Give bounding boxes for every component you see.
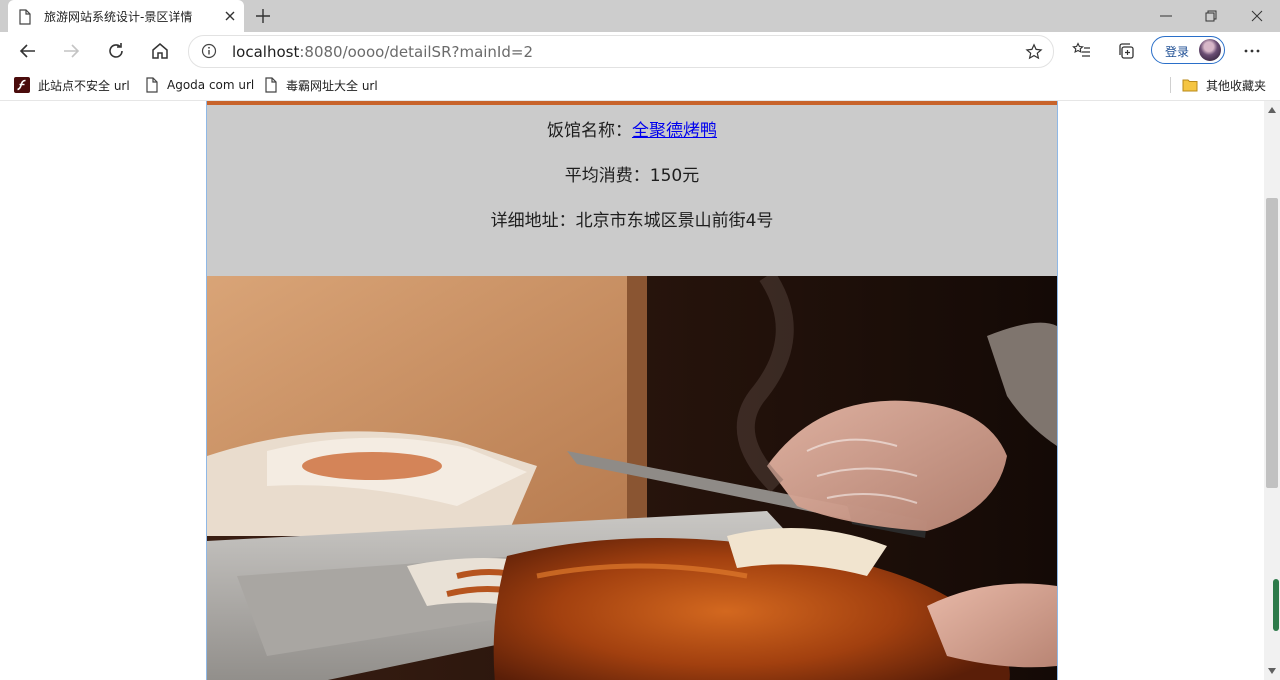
scroll-up-icon[interactable] xyxy=(1268,107,1276,113)
more-menu-icon[interactable] xyxy=(1242,41,1262,65)
refresh-icon[interactable] xyxy=(106,41,126,65)
scroll-down-icon[interactable] xyxy=(1268,668,1276,674)
page-icon xyxy=(146,77,158,93)
roast-duck-photo xyxy=(207,276,1057,680)
close-tab-icon[interactable] xyxy=(222,8,238,28)
other-favorites-label: 其他收藏夹 xyxy=(1206,78,1267,93)
restaurant-name-row: 饭馆名称：全聚德烤鸭 xyxy=(207,121,1057,142)
back-arrow-icon[interactable] xyxy=(18,41,38,65)
browser-tab[interactable]: 旅游网站系统设计-景区详情 xyxy=(8,0,244,32)
favorites-list-icon[interactable] xyxy=(1072,41,1092,65)
page-icon xyxy=(265,77,277,93)
bookmark-label: 此站点不安全 url xyxy=(38,78,130,93)
restaurant-info: 饭馆名称：全聚德烤鸭 平均消费：150元 详细地址：北京市东城区景山前街4号 xyxy=(207,121,1057,256)
folder-icon xyxy=(1182,79,1198,92)
url-text: localhost:8080/oooo/detailSR?mainId=2 xyxy=(232,43,533,61)
address-bar[interactable]: localhost:8080/oooo/detailSR?mainId=2 xyxy=(188,35,1054,68)
page-viewport: 饭馆名称：全聚德烤鸭 平均消费：150元 详细地址：北京市东城区景山前街4号 xyxy=(0,101,1264,680)
minimize-icon[interactable] xyxy=(1156,6,1176,30)
collections-icon[interactable] xyxy=(1116,41,1136,65)
url-host: localhost xyxy=(232,43,300,61)
site-info-icon[interactable] xyxy=(201,43,217,63)
login-button[interactable]: 登录 xyxy=(1151,36,1225,64)
restaurant-name-link[interactable]: 全聚德烤鸭 xyxy=(632,121,717,141)
detail-container: 饭馆名称：全聚德烤鸭 平均消费：150元 详细地址：北京市东城区景山前街4号 xyxy=(206,101,1058,680)
favorite-star-icon[interactable] xyxy=(1025,43,1043,65)
average-price: 平均消费：150元 xyxy=(564,166,700,186)
flash-icon xyxy=(14,77,30,93)
avatar xyxy=(1199,39,1221,61)
bookmarks-divider xyxy=(1170,77,1171,93)
bookmarks-bar: 此站点不安全 url Agoda com url 毒霸网址大全 url 其他收藏… xyxy=(0,70,1280,101)
new-tab-icon[interactable] xyxy=(253,6,273,30)
forward-arrow-icon[interactable] xyxy=(61,41,81,65)
other-favorites-folder[interactable]: 其他收藏夹 xyxy=(1182,76,1266,94)
tab-title: 旅游网站系统设计-景区详情 xyxy=(44,10,193,24)
scroll-grip-indicator xyxy=(1273,579,1279,631)
home-icon[interactable] xyxy=(150,41,170,65)
restaurant-name-label: 饭馆名称： xyxy=(547,121,632,141)
bookmark-item-unsafe[interactable]: 此站点不安全 url xyxy=(14,76,130,94)
bookmark-item-agoda[interactable]: Agoda com url xyxy=(145,76,254,94)
bookmark-label: 毒霸网址大全 url xyxy=(286,78,378,93)
page-icon xyxy=(18,9,32,29)
vertical-scrollbar[interactable] xyxy=(1264,101,1280,680)
accent-bar xyxy=(207,101,1057,105)
url-path: :8080/oooo/detailSR?mainId=2 xyxy=(299,43,533,61)
scrollbar-thumb[interactable] xyxy=(1266,198,1278,488)
bookmark-item-duba[interactable]: 毒霸网址大全 url xyxy=(264,76,378,94)
bookmark-label: Agoda com url xyxy=(167,78,255,92)
login-label: 登录 xyxy=(1165,45,1190,59)
tab-strip: 旅游网站系统设计-景区详情 xyxy=(0,0,1280,32)
close-window-icon[interactable] xyxy=(1247,6,1267,30)
toolbar: localhost:8080/oooo/detailSR?mainId=2 登录 xyxy=(0,32,1280,70)
detailed-address: 详细地址：北京市东城区景山前街4号 xyxy=(490,211,774,231)
restore-icon[interactable] xyxy=(1201,6,1221,30)
